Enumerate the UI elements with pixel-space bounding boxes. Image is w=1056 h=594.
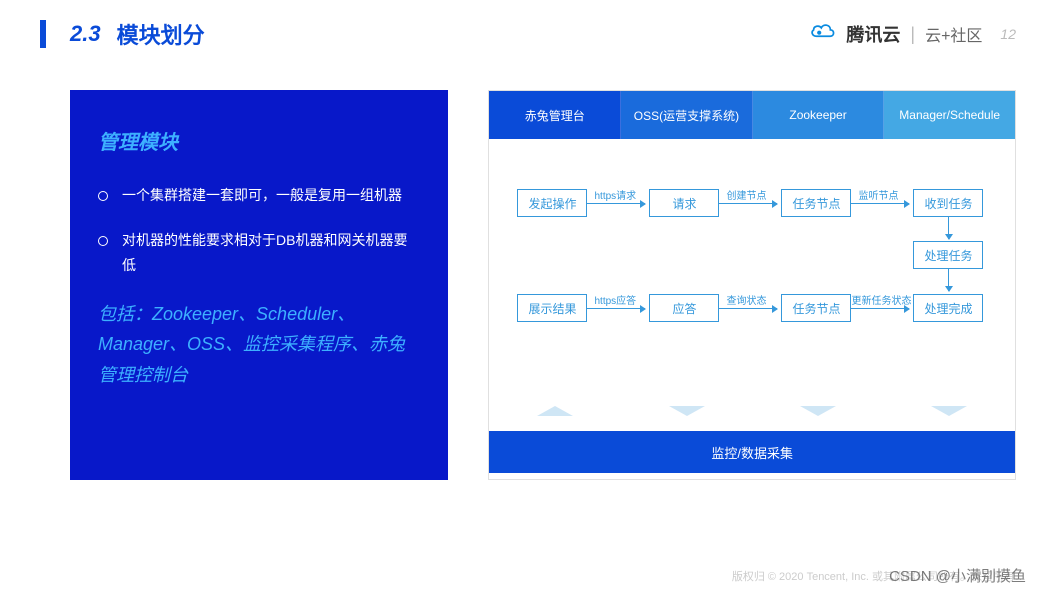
triangle-down-icon <box>931 406 967 416</box>
triangle-up-icon <box>537 406 573 416</box>
triangle-down-icon <box>669 406 705 416</box>
box-task-node-2: 任务节点 <box>781 294 851 322</box>
includes-text: 包括：Zookeeper、Scheduler、Manager、OSS、监控采集程… <box>98 299 420 391</box>
architecture-diagram: 赤兔管理台 OSS(运营支撑系统) Zookeeper Manager/Sche… <box>488 90 1016 480</box>
management-module-panel: 管理模块 一个集群搭建一套即可，一般是复用一组机器 对机器的性能要求相对于DB机… <box>70 90 448 480</box>
arrow-icon <box>587 203 645 204</box>
arrow-icon <box>948 217 949 239</box>
box-process-done: 处理完成 <box>913 294 983 322</box>
section-title: 模块划分 <box>117 18 205 50</box>
page-number: 12 <box>1000 26 1016 42</box>
brand-divider: | <box>910 24 915 45</box>
arrow-icon <box>948 269 949 291</box>
brand-community: 云+社区 <box>925 22 982 46</box>
box-response: 应答 <box>649 294 719 322</box>
col-header-oss: OSS(运营支撑系统) <box>621 91 753 139</box>
col-header-manager: Manager/Schedule <box>884 91 1015 139</box>
bullet-item: 一个集群搭建一套即可，一般是复用一组机器 <box>98 183 420 208</box>
monitoring-bar: 监控/数据采集 <box>489 431 1015 473</box>
arrow-icon <box>719 308 777 309</box>
brand-tencent-cloud: 腾讯云 <box>846 21 900 47</box>
accent-bar <box>40 20 46 48</box>
arrow-label: 创建节点 <box>726 187 766 202</box>
arrow-label: 监听节点 <box>858 187 898 202</box>
arrow-icon <box>719 203 777 204</box>
box-initiate: 发起操作 <box>517 189 587 217</box>
arrow-icon <box>851 203 909 204</box>
box-process-task: 处理任务 <box>913 241 983 269</box>
section-number: 2.3 <box>70 21 101 47</box>
arrow-label: https应答 <box>594 292 636 307</box>
box-receive-task: 收到任务 <box>913 189 983 217</box>
arrow-label: https请求 <box>594 187 636 202</box>
watermark-text: CSDN @小满别摸鱼 <box>889 565 1026 586</box>
arrow-label: 查询状态 <box>726 292 766 307</box>
col-header-chitu: 赤兔管理台 <box>489 91 621 139</box>
box-request: 请求 <box>649 189 719 217</box>
col-header-zookeeper: Zookeeper <box>753 91 885 139</box>
box-show-result: 展示结果 <box>517 294 587 322</box>
arrow-icon <box>587 308 645 309</box>
arrow-icon <box>851 308 909 309</box>
panel-title: 管理模块 <box>98 126 420 155</box>
bullet-item: 对机器的性能要求相对于DB机器和网关机器要低 <box>98 228 420 278</box>
triangle-down-icon <box>800 406 836 416</box>
box-task-node: 任务节点 <box>781 189 851 217</box>
arrow-label: 更新任务状态 <box>851 292 911 307</box>
tencent-cloud-icon <box>808 22 836 47</box>
